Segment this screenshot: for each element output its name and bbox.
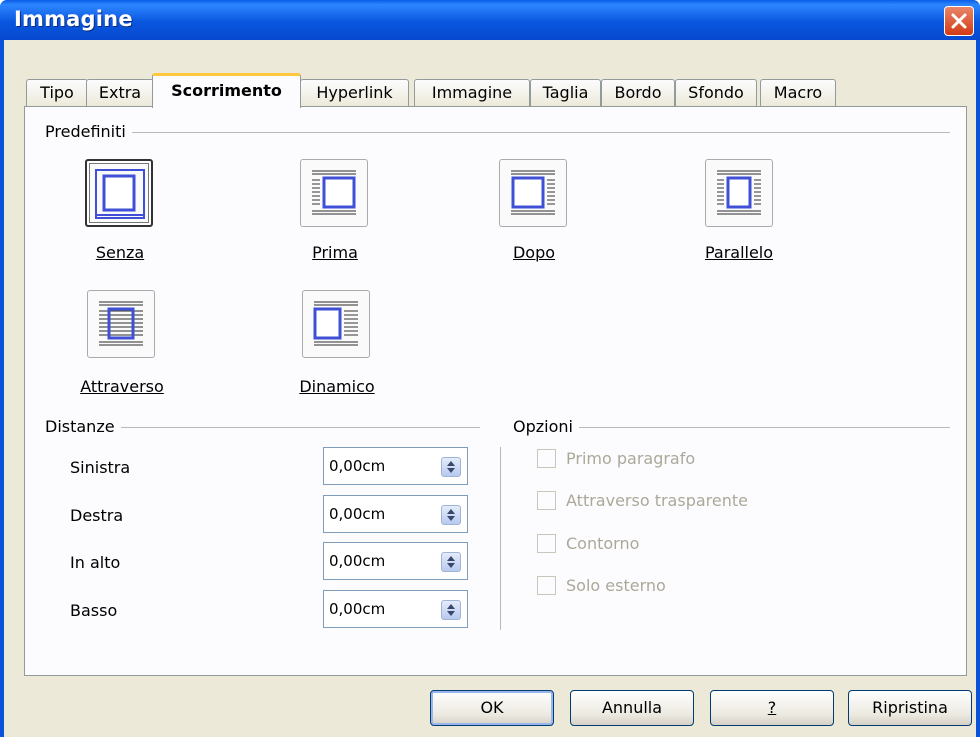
tab-label: Bordo xyxy=(614,83,662,102)
basso-label: Basso xyxy=(70,601,118,620)
wrap-none-button[interactable] xyxy=(85,159,153,227)
spin-arrows-icon xyxy=(447,509,455,521)
spin-arrows-icon xyxy=(447,461,455,473)
sinistra-value[interactable]: 0,00cm xyxy=(329,457,385,475)
basso-spin-button[interactable] xyxy=(441,600,461,620)
tab-panel-scorrimento: Predefiniti Senza Prima Dopo Parallelo A… xyxy=(24,106,967,676)
destra-spin-button[interactable] xyxy=(441,505,461,525)
ok-button[interactable]: OK xyxy=(430,690,554,726)
solo-esterno-option[interactable]: Solo esterno xyxy=(537,576,666,595)
solo-esterno-checkbox[interactable] xyxy=(537,576,556,595)
wrap-none-label: Senza xyxy=(95,243,145,262)
destra-spinfield[interactable]: 0,00cm xyxy=(323,495,468,533)
destra-value[interactable]: 0,00cm xyxy=(329,505,385,523)
tab-bar: Tipo Extra Scorrimento Hyperlink Immagin… xyxy=(26,73,966,108)
primo-paragrafo-option[interactable]: Primo paragrafo xyxy=(537,449,695,468)
in-alto-value[interactable]: 0,00cm xyxy=(329,552,385,570)
cancel-label: Annulla xyxy=(601,698,663,717)
title-bar[interactable]: Immagine xyxy=(0,0,980,40)
sinistra-spin-button[interactable] xyxy=(441,457,461,477)
primo-paragrafo-checkbox[interactable] xyxy=(537,449,556,468)
primo-paragrafo-label: Primo paragrafo xyxy=(566,449,696,468)
window-title: Immagine xyxy=(14,7,133,31)
tab-sfondo[interactable]: Sfondo xyxy=(675,79,757,107)
tab-label: Sfondo xyxy=(688,83,744,102)
solo-esterno-label: Solo esterno xyxy=(566,576,666,595)
tab-label: Hyperlink xyxy=(316,83,393,102)
contorno-checkbox[interactable] xyxy=(537,534,556,553)
sinistra-spinfield[interactable]: 0,00cm xyxy=(323,447,468,485)
wrap-through-label: Attraverso xyxy=(80,377,164,396)
opzioni-title: Opzioni xyxy=(513,417,579,436)
close-button[interactable] xyxy=(944,6,974,36)
tab-immagine[interactable]: Immagine xyxy=(414,79,530,107)
dialog-window: Immagine Tipo Extra Scorrimento Hyperlin… xyxy=(0,0,980,737)
dialog-body: Tipo Extra Scorrimento Hyperlink Immagin… xyxy=(4,40,976,737)
wrap-dynamic-button[interactable] xyxy=(302,290,370,358)
wrap-before-label: Prima xyxy=(312,243,358,262)
contorno-label: Contorno xyxy=(566,534,640,553)
tab-hyperlink[interactable]: Hyperlink xyxy=(300,79,409,107)
sinistra-label: Sinistra xyxy=(70,458,131,477)
wrap-before-button[interactable] xyxy=(300,159,368,227)
tab-extra[interactable]: Extra xyxy=(86,79,154,107)
wrap-parallel-label: Parallelo xyxy=(704,243,774,262)
ok-label: OK xyxy=(480,698,504,717)
contorno-option[interactable]: Contorno xyxy=(537,534,639,553)
tab-tipo[interactable]: Tipo xyxy=(26,79,88,107)
wrap-through-icon xyxy=(99,301,143,346)
wrap-parallel-button[interactable] xyxy=(705,159,773,227)
basso-value[interactable]: 0,00cm xyxy=(329,600,385,618)
in-alto-spin-button[interactable] xyxy=(441,552,461,572)
attraverso-trasparente-checkbox[interactable] xyxy=(537,491,556,510)
tab-label: Taglia xyxy=(542,83,589,102)
tab-taglia[interactable]: Taglia xyxy=(530,79,601,107)
tab-label: Macro xyxy=(773,83,823,102)
basso-spinfield[interactable]: 0,00cm xyxy=(323,590,468,628)
spin-arrows-icon xyxy=(447,556,455,568)
wrap-dynamic-icon xyxy=(313,301,358,346)
predefiniti-separator xyxy=(45,132,950,133)
cancel-button[interactable]: Annulla xyxy=(570,690,694,726)
in-alto-label: In alto xyxy=(70,553,121,572)
close-icon xyxy=(951,13,967,29)
wrap-through-button[interactable] xyxy=(87,290,155,358)
tab-scorrimento[interactable]: Scorrimento xyxy=(152,73,301,108)
wrap-before-icon xyxy=(312,170,356,215)
tab-label: Extra xyxy=(98,83,142,102)
tab-label: Tipo xyxy=(40,83,74,102)
attraverso-trasparente-option[interactable]: Attraverso trasparente xyxy=(537,491,748,510)
distanze-title: Distanze xyxy=(45,417,121,436)
tab-label: Scorrimento xyxy=(171,81,282,100)
destra-label: Destra xyxy=(70,506,124,525)
attraverso-trasparente-label: Attraverso trasparente xyxy=(566,491,748,510)
wrap-parallel-icon xyxy=(717,170,761,215)
predefiniti-title: Predefiniti xyxy=(45,122,132,141)
wrap-dynamic-label: Dinamico xyxy=(299,377,375,396)
wrap-none-icon xyxy=(95,169,145,219)
groups-divider xyxy=(500,447,501,630)
tab-bordo[interactable]: Bordo xyxy=(601,79,675,107)
reset-label: Ripristina xyxy=(872,698,948,717)
wrap-after-icon xyxy=(511,170,555,215)
in-alto-spinfield[interactable]: 0,00cm xyxy=(323,542,468,580)
tab-macro[interactable]: Macro xyxy=(760,79,836,107)
wrap-after-label: Dopo xyxy=(512,243,556,262)
help-button[interactable]: ? xyxy=(710,690,834,726)
help-label: ? xyxy=(767,698,777,717)
tab-label: Immagine xyxy=(431,83,513,102)
wrap-after-button[interactable] xyxy=(499,159,567,227)
spin-arrows-icon xyxy=(447,604,455,616)
reset-button[interactable]: Ripristina xyxy=(848,690,972,726)
